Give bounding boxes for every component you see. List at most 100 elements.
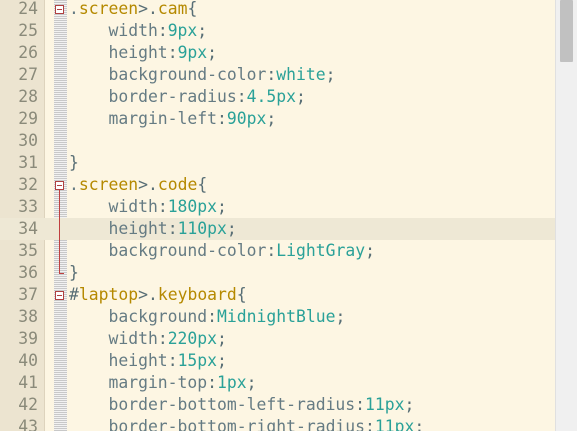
code-text[interactable]: }: [69, 152, 79, 174]
token-prop: height: [69, 351, 168, 370]
code-text[interactable]: width:9px;: [69, 20, 207, 42]
code-text[interactable]: margin-top:1px;: [69, 372, 257, 394]
token-tag: cam: [157, 0, 188, 18]
code-text[interactable]: border-bottom-right-radius:11px;: [69, 416, 424, 431]
token-pun: >.: [138, 0, 158, 18]
token-val: 9px: [177, 43, 208, 62]
line-number: 43: [18, 417, 38, 431]
code-line[interactable]: 27 background-color:white;: [0, 64, 556, 86]
code-line[interactable]: 25 width:9px;: [0, 20, 556, 42]
token-prop: margin-top: [69, 373, 208, 392]
token-val: white: [276, 65, 326, 84]
fold-minus-icon[interactable]: [55, 5, 64, 14]
code-text[interactable]: width:220px;: [69, 328, 226, 350]
code-text[interactable]: background-color:LightGray;: [69, 240, 374, 262]
code-line[interactable]: 24 .screen>.cam{: [0, 0, 556, 20]
code-line[interactable]: 33 width:180px;: [0, 196, 556, 218]
token-pun: :: [157, 21, 168, 40]
code-text[interactable]: border-radius:4.5px;: [69, 86, 305, 108]
code-lines[interactable]: 24 .screen>.cam{25 width:9px; 26 height:9p…: [0, 0, 556, 431]
code-line[interactable]: 36}: [0, 262, 556, 284]
code-line[interactable]: 40 height:15px;: [0, 350, 556, 372]
code-line[interactable]: 34 height:110px;: [0, 218, 556, 240]
fold-minus-icon[interactable]: [55, 291, 64, 300]
token-val: 9px: [167, 21, 198, 40]
code-line[interactable]: 41 margin-top:1px;: [0, 372, 556, 394]
code-line[interactable]: 29 margin-left:90px;: [0, 108, 556, 130]
code-text[interactable]: background:MidnightBlue;: [69, 306, 345, 328]
line-number: 41: [18, 373, 38, 392]
code-text[interactable]: .screen>.cam{: [69, 0, 197, 20]
line-number: 34: [18, 219, 38, 238]
code-line[interactable]: 30: [0, 130, 556, 152]
scrollbar-thumb[interactable]: [560, 0, 573, 62]
token-prop: width: [69, 197, 158, 216]
line-number: 39: [18, 329, 38, 348]
line-number: 27: [18, 65, 38, 84]
token-sel: .: [69, 0, 79, 18]
token-prop: border-bottom-left-radius: [69, 395, 356, 414]
code-text[interactable]: width:180px;: [69, 196, 227, 218]
token-tag: screen: [78, 0, 139, 18]
token-prop: width: [69, 21, 158, 40]
token-pun: ;: [246, 373, 257, 392]
code-line[interactable]: 38 background:MidnightBlue;: [0, 306, 556, 328]
code-line[interactable]: 35 background-color:LightGray;: [0, 240, 556, 262]
fold-range-line: [59, 190, 60, 273]
token-pun: ;: [404, 395, 415, 414]
token-pun: >.: [138, 175, 158, 194]
code-text[interactable]: height:15px;: [69, 350, 227, 372]
code-editor[interactable]: 24 .screen>.cam{25 width:9px; 26 height:9p…: [0, 0, 577, 431]
token-pun: ;: [414, 417, 425, 431]
token-val: 11px: [374, 417, 415, 431]
token-tag: screen: [78, 175, 139, 194]
code-text[interactable]: #laptop>.keyboard{: [69, 284, 247, 306]
token-sel: .: [69, 175, 79, 194]
line-number: 40: [18, 351, 38, 370]
line-number: 33: [18, 197, 38, 216]
code-line[interactable]: 31}: [0, 152, 556, 174]
token-pun: ;: [197, 21, 208, 40]
token-pun: {: [197, 175, 208, 194]
code-line[interactable]: 37 #laptop>.keyboard{: [0, 284, 556, 306]
token-pun: ;: [266, 109, 277, 128]
token-pun: ;: [217, 351, 227, 370]
code-text[interactable]: .screen>.code{: [69, 174, 207, 196]
token-pun: ;: [325, 65, 336, 84]
line-number: 30: [18, 131, 38, 150]
code-text[interactable]: height:110px;: [69, 218, 237, 240]
code-line[interactable]: 43 border-bottom-right-radius:11px;: [0, 416, 556, 431]
token-pun: }: [69, 263, 79, 282]
token-val: 4.5px: [246, 87, 296, 106]
code-text[interactable]: border-bottom-left-radius:11px;: [69, 394, 414, 416]
code-line[interactable]: 26 height:9px;: [0, 42, 556, 64]
token-pun: ;: [226, 219, 237, 238]
token-pun: ;: [217, 197, 227, 216]
token-prop: border-bottom-right-radius: [69, 417, 366, 431]
line-number: 29: [18, 109, 38, 128]
token-pun: :: [355, 395, 366, 414]
token-prop: height: [69, 219, 168, 238]
code-text[interactable]: height:9px;: [69, 42, 217, 64]
token-pun: >.: [138, 285, 158, 304]
token-val: 220px: [167, 329, 218, 348]
token-pun: ;: [207, 43, 218, 62]
token-pun: :: [266, 65, 277, 84]
token-tag: laptop: [78, 285, 139, 304]
code-text[interactable]: }: [69, 262, 79, 284]
code-text[interactable]: background-color:white;: [69, 64, 335, 86]
code-text[interactable]: margin-left:90px;: [69, 108, 276, 130]
token-pun: :: [266, 241, 277, 260]
code-line[interactable]: 28 border-radius:4.5px;: [0, 86, 556, 108]
fold-minus-icon[interactable]: [55, 181, 64, 190]
line-number: 42: [18, 395, 38, 414]
vertical-scrollbar[interactable]: [555, 0, 577, 431]
code-line[interactable]: 32 .screen>.code{: [0, 174, 556, 196]
token-pun: :: [207, 373, 218, 392]
code-line[interactable]: 42 border-bottom-left-radius:11px;: [0, 394, 556, 416]
code-line[interactable]: 39 width:220px;: [0, 328, 556, 350]
token-pun: }: [69, 153, 79, 172]
token-tag: keyboard: [157, 285, 237, 304]
token-val: 1px: [217, 373, 247, 392]
token-val: 11px: [365, 395, 405, 414]
